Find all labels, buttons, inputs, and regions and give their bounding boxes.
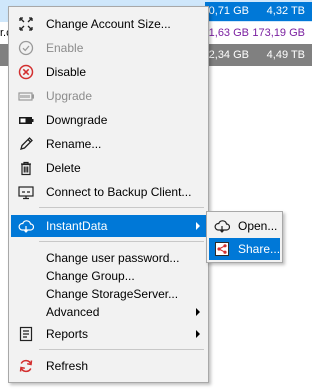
size-cell: 1,63 GB	[208, 27, 249, 39]
share-icon	[214, 241, 230, 257]
menu-item-label: Enable	[46, 41, 84, 55]
pencil-icon	[18, 136, 34, 152]
menu-item-label: InstantData	[46, 219, 108, 233]
menu-item-label: Advanced	[46, 305, 100, 319]
submenu-arrow-icon	[196, 330, 200, 338]
capacity-cell: 173,19 GB	[252, 27, 305, 39]
size-cell: 2,34 GB	[208, 49, 249, 61]
menu-item-label: Delete	[46, 161, 81, 175]
menu-item-advanced[interactable]: Advanced	[11, 301, 206, 323]
menu-item-label: Disable	[46, 65, 87, 79]
menu-item-delete[interactable]: Delete	[11, 157, 206, 179]
upgrade-battery-icon	[18, 88, 34, 104]
resize-arrows-icon	[18, 16, 34, 32]
submenu-item-label: Share...	[238, 242, 281, 256]
cloud-icon	[214, 218, 230, 234]
menu-item-label: Upgrade	[46, 89, 93, 103]
menu-item-rename[interactable]: Rename...	[11, 133, 206, 155]
submenu-arrow-icon	[196, 222, 200, 230]
submenu-item-open[interactable]: Open...	[209, 215, 280, 237]
instantdata-submenu: Open... Share...	[206, 211, 283, 263]
menu-item-label: Rename...	[46, 137, 102, 151]
x-circle-icon	[18, 64, 34, 80]
menu-item-label: Change Group...	[46, 269, 135, 283]
menu-separator	[39, 349, 204, 350]
cloud-icon	[18, 218, 34, 234]
menu-item-connect-backup-client[interactable]: Connect to Backup Client...	[11, 181, 206, 203]
menu-item-instantdata[interactable]: InstantData	[11, 215, 206, 237]
menu-item-label: Refresh	[46, 359, 89, 373]
menu-item-change-account-size[interactable]: Change Account Size...	[11, 13, 206, 35]
menu-item-label: Change StorageServer...	[46, 287, 179, 301]
monitor-icon	[18, 184, 34, 200]
report-icon	[18, 326, 34, 342]
context-menu: Change Account Size... Enable Disable Up…	[8, 6, 209, 383]
submenu-arrow-icon	[196, 308, 200, 316]
downgrade-battery-icon	[18, 112, 34, 128]
size-cell: 0,71 GB	[208, 5, 249, 17]
menu-item-refresh[interactable]: Refresh	[11, 355, 206, 377]
menu-item-disable[interactable]: Disable	[11, 61, 206, 83]
refresh-icon	[18, 358, 34, 374]
submenu-item-label: Open...	[238, 219, 278, 233]
menu-item-label: Reports	[46, 327, 89, 341]
menu-separator	[39, 207, 204, 208]
capacity-cell: 4,32 TB	[266, 5, 305, 17]
submenu-item-share[interactable]: Share...	[209, 238, 280, 260]
menu-item-label: Change user password...	[46, 251, 180, 265]
menu-item-label: Connect to Backup Client...	[46, 185, 192, 199]
menu-separator	[39, 241, 204, 242]
menu-item-upgrade[interactable]: Upgrade	[11, 85, 206, 107]
menu-item-enable[interactable]: Enable	[11, 37, 206, 59]
menu-item-downgrade[interactable]: Downgrade	[11, 109, 206, 131]
menu-item-label: Downgrade	[46, 113, 108, 127]
capacity-cell: 4,49 TB	[266, 49, 305, 61]
trash-icon	[18, 160, 34, 176]
menu-item-reports[interactable]: Reports	[11, 323, 206, 345]
menu-item-label: Change Account Size...	[46, 17, 171, 31]
check-circle-icon	[18, 40, 34, 56]
